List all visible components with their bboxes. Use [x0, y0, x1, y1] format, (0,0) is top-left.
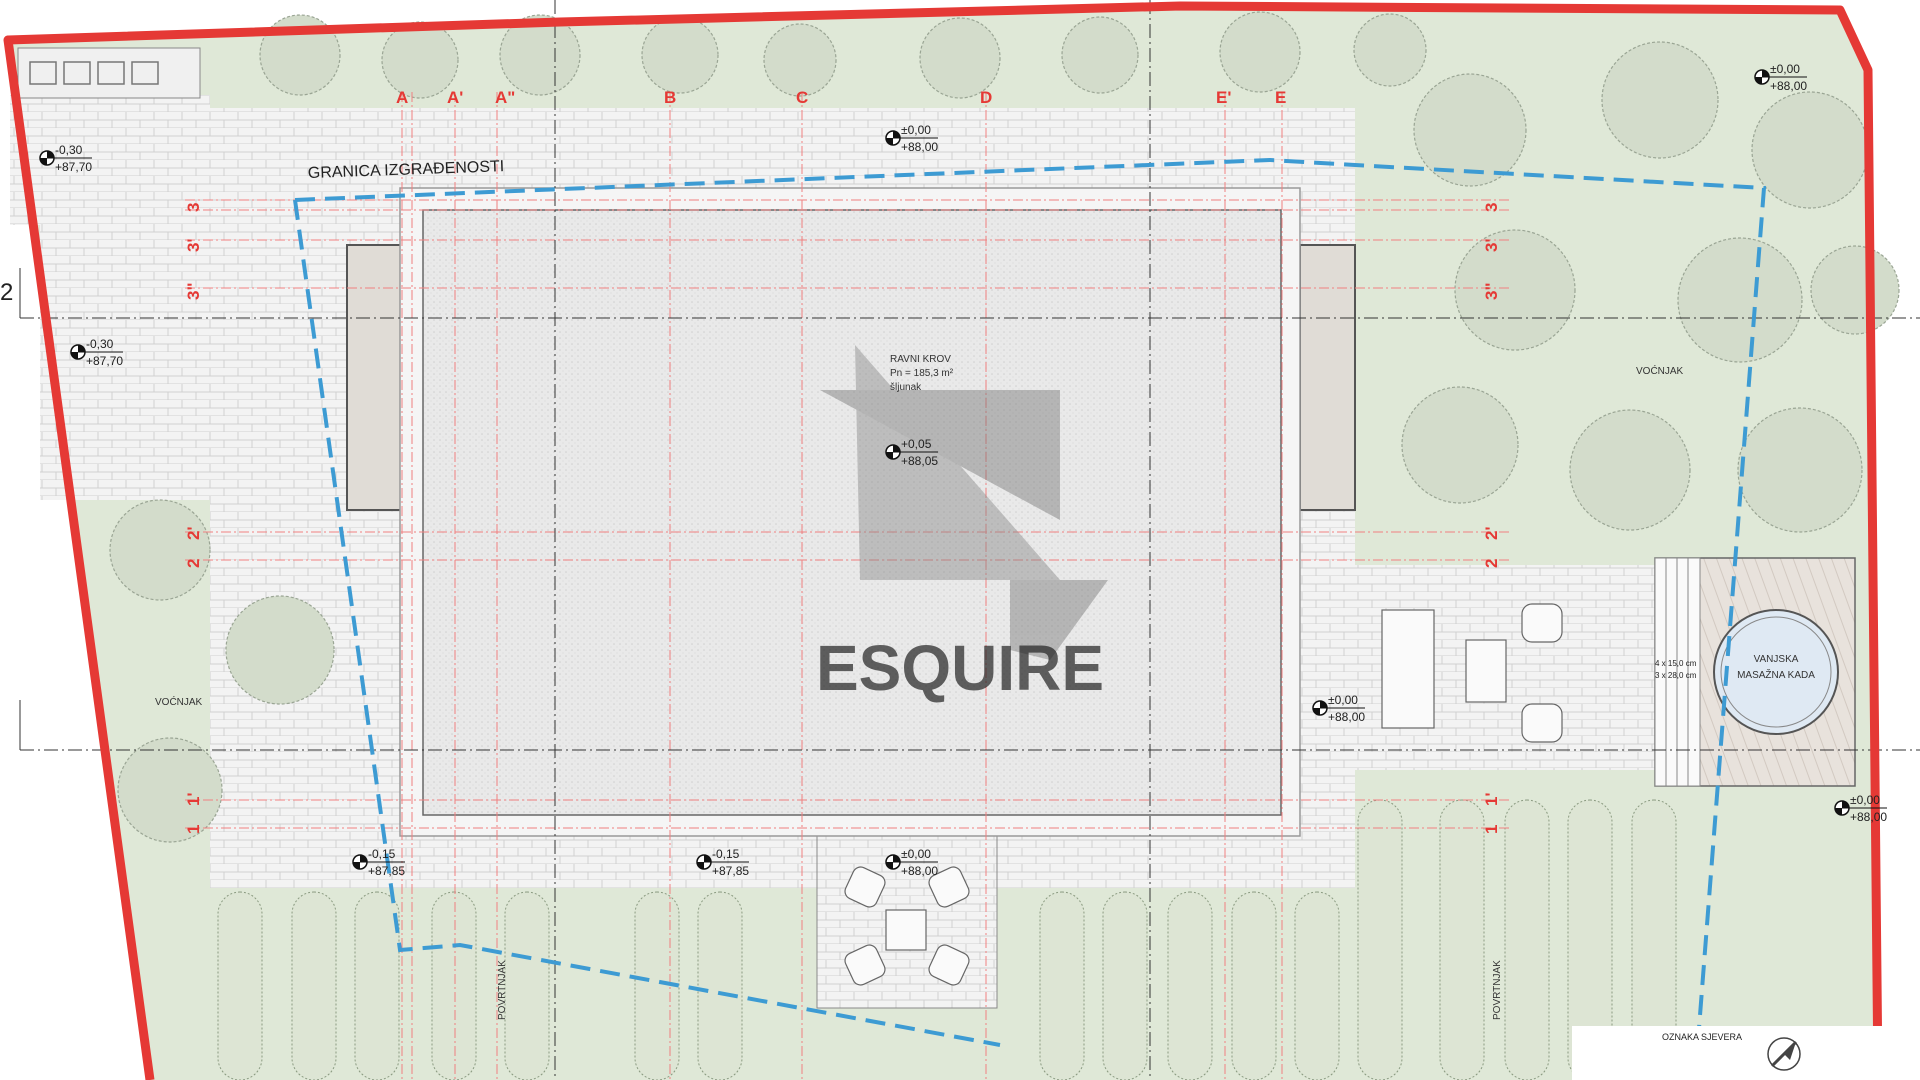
grid-row-right-2a: 2' [1482, 527, 1501, 541]
grid-row-right-1: 1 [1482, 825, 1501, 834]
elevation-top: ±0,00 [901, 847, 931, 861]
vegetable-row [697, 891, 743, 1080]
grid-row-right-2: 2 [1482, 559, 1501, 568]
grid-col-a1: A' [447, 88, 463, 107]
tree [919, 17, 1001, 99]
zone-orchard-left: VOĆNJAK [155, 695, 203, 708]
flat-roof-gravel [422, 209, 1282, 816]
grid-row-left-1a: 1' [184, 793, 203, 807]
elevation-top: -0,15 [712, 847, 740, 861]
elevation-bottom: +87,70 [55, 160, 92, 174]
steps-label-line2: 3 x 28,0 cm [1655, 671, 1697, 680]
zone-orchard-right: VOĆNJAK [1636, 364, 1684, 377]
tree [1401, 386, 1519, 504]
elevation-bottom: +87,85 [712, 864, 749, 878]
watermark-text: ESQUIRE [816, 632, 1104, 704]
elevation-bottom: +88,00 [901, 864, 938, 878]
elevation-top: +0,05 [901, 437, 932, 451]
parking-strip [17, 47, 201, 99]
grid-row-left-3a: 3' [184, 239, 203, 253]
hot-tub-label-line1: VANJSKA [1754, 654, 1799, 665]
elevation-top: ±0,00 [901, 123, 931, 137]
west-planter [346, 244, 403, 511]
grid-row-right-3b: 3" [1482, 282, 1501, 300]
vegetable-row [217, 891, 263, 1080]
grid-row-left-3b: 3" [184, 282, 203, 300]
vegetable-row [1439, 799, 1485, 1080]
tree [1353, 13, 1427, 87]
grid-row-right-3: 3 [1482, 203, 1501, 212]
tree [1413, 73, 1527, 187]
tree [109, 499, 211, 601]
vegetable-row [1102, 891, 1148, 1080]
grid-col-a2: A" [495, 88, 515, 107]
vegetable-row [1357, 799, 1403, 1080]
roof-area: Pn = 185,3 m² [890, 368, 954, 379]
grid-row-right-3a: 3' [1482, 239, 1501, 253]
grid-row-left-3: 3 [184, 203, 203, 212]
tree [1569, 409, 1691, 531]
tree [641, 16, 719, 94]
elevation-bottom: +87,85 [368, 864, 405, 878]
tree [1061, 16, 1139, 94]
vegetable-row [291, 891, 337, 1080]
site-plan-drawing: ESQUIRE GRANICA IZGRAĐENOSTI RAVNI KROV … [0, 0, 1920, 1080]
tree [1677, 237, 1803, 363]
grid-col-e1: E' [1216, 88, 1231, 107]
grid-row-left-1: 1 [184, 825, 203, 834]
tree [1601, 41, 1719, 159]
tree [225, 595, 335, 705]
tree [763, 23, 837, 97]
zone-vegetable-1: POVRTNJAK [497, 960, 508, 1020]
north-sign-box [1572, 1026, 1920, 1080]
tree [1737, 407, 1863, 533]
north-label: OZNAKA SJEVERA [1662, 1032, 1742, 1042]
east-planter [1299, 244, 1356, 511]
grid-col-d: D [980, 88, 992, 107]
elevation-bottom: +88,05 [901, 454, 938, 468]
elevation-bottom: +88,00 [1328, 710, 1365, 724]
vegetable-row [431, 891, 477, 1080]
grid-row-left-2: 2 [184, 559, 203, 568]
elevation-bottom: +88,00 [901, 140, 938, 154]
steps-label-line1: 4 x 15,0 cm [1655, 659, 1697, 668]
tree [1454, 229, 1576, 351]
elevation-top: -0,15 [368, 847, 396, 861]
tree [381, 21, 459, 99]
vegetable-row [1167, 891, 1213, 1080]
grid-row-right-1a: 1' [1482, 793, 1501, 807]
vegetable-row [354, 891, 400, 1080]
elevation-top: ±0,00 [1850, 793, 1880, 807]
elevation-top: ±0,00 [1770, 62, 1800, 76]
vegetable-row [504, 891, 550, 1080]
grid-col-c: C [796, 88, 808, 107]
grid-col-a: A [396, 88, 408, 107]
edge-mark: 2 [0, 279, 13, 306]
roof-title: RAVNI KROV [890, 354, 951, 365]
hot-tub-label-line2: MASAŽNA KADA [1737, 668, 1815, 681]
elevation-bottom: +87,70 [86, 354, 123, 368]
tree [1219, 11, 1301, 93]
grid-row-left-2a: 2' [184, 527, 203, 541]
zone-vegetable-2: POVRTNJAK [1492, 960, 1503, 1020]
grid-col-b: B [664, 88, 676, 107]
tree [117, 737, 223, 843]
north-arrow-icon [1767, 1037, 1801, 1071]
tree [1751, 91, 1869, 209]
vegetable-row [1039, 891, 1085, 1080]
vegetable-row [1294, 891, 1340, 1080]
roof-material: šljunak [890, 382, 922, 393]
elevation-top: ±0,00 [1328, 693, 1358, 707]
grid-col-e: E [1275, 88, 1286, 107]
elevation-top: -0,30 [86, 337, 114, 351]
tree [1810, 245, 1900, 335]
elevation-bottom: +88,00 [1850, 810, 1887, 824]
vegetable-row [1504, 799, 1550, 1080]
elevation-bottom: +88,00 [1770, 79, 1807, 93]
elevation-top: -0,30 [55, 143, 83, 157]
vegetable-row [1231, 891, 1277, 1080]
